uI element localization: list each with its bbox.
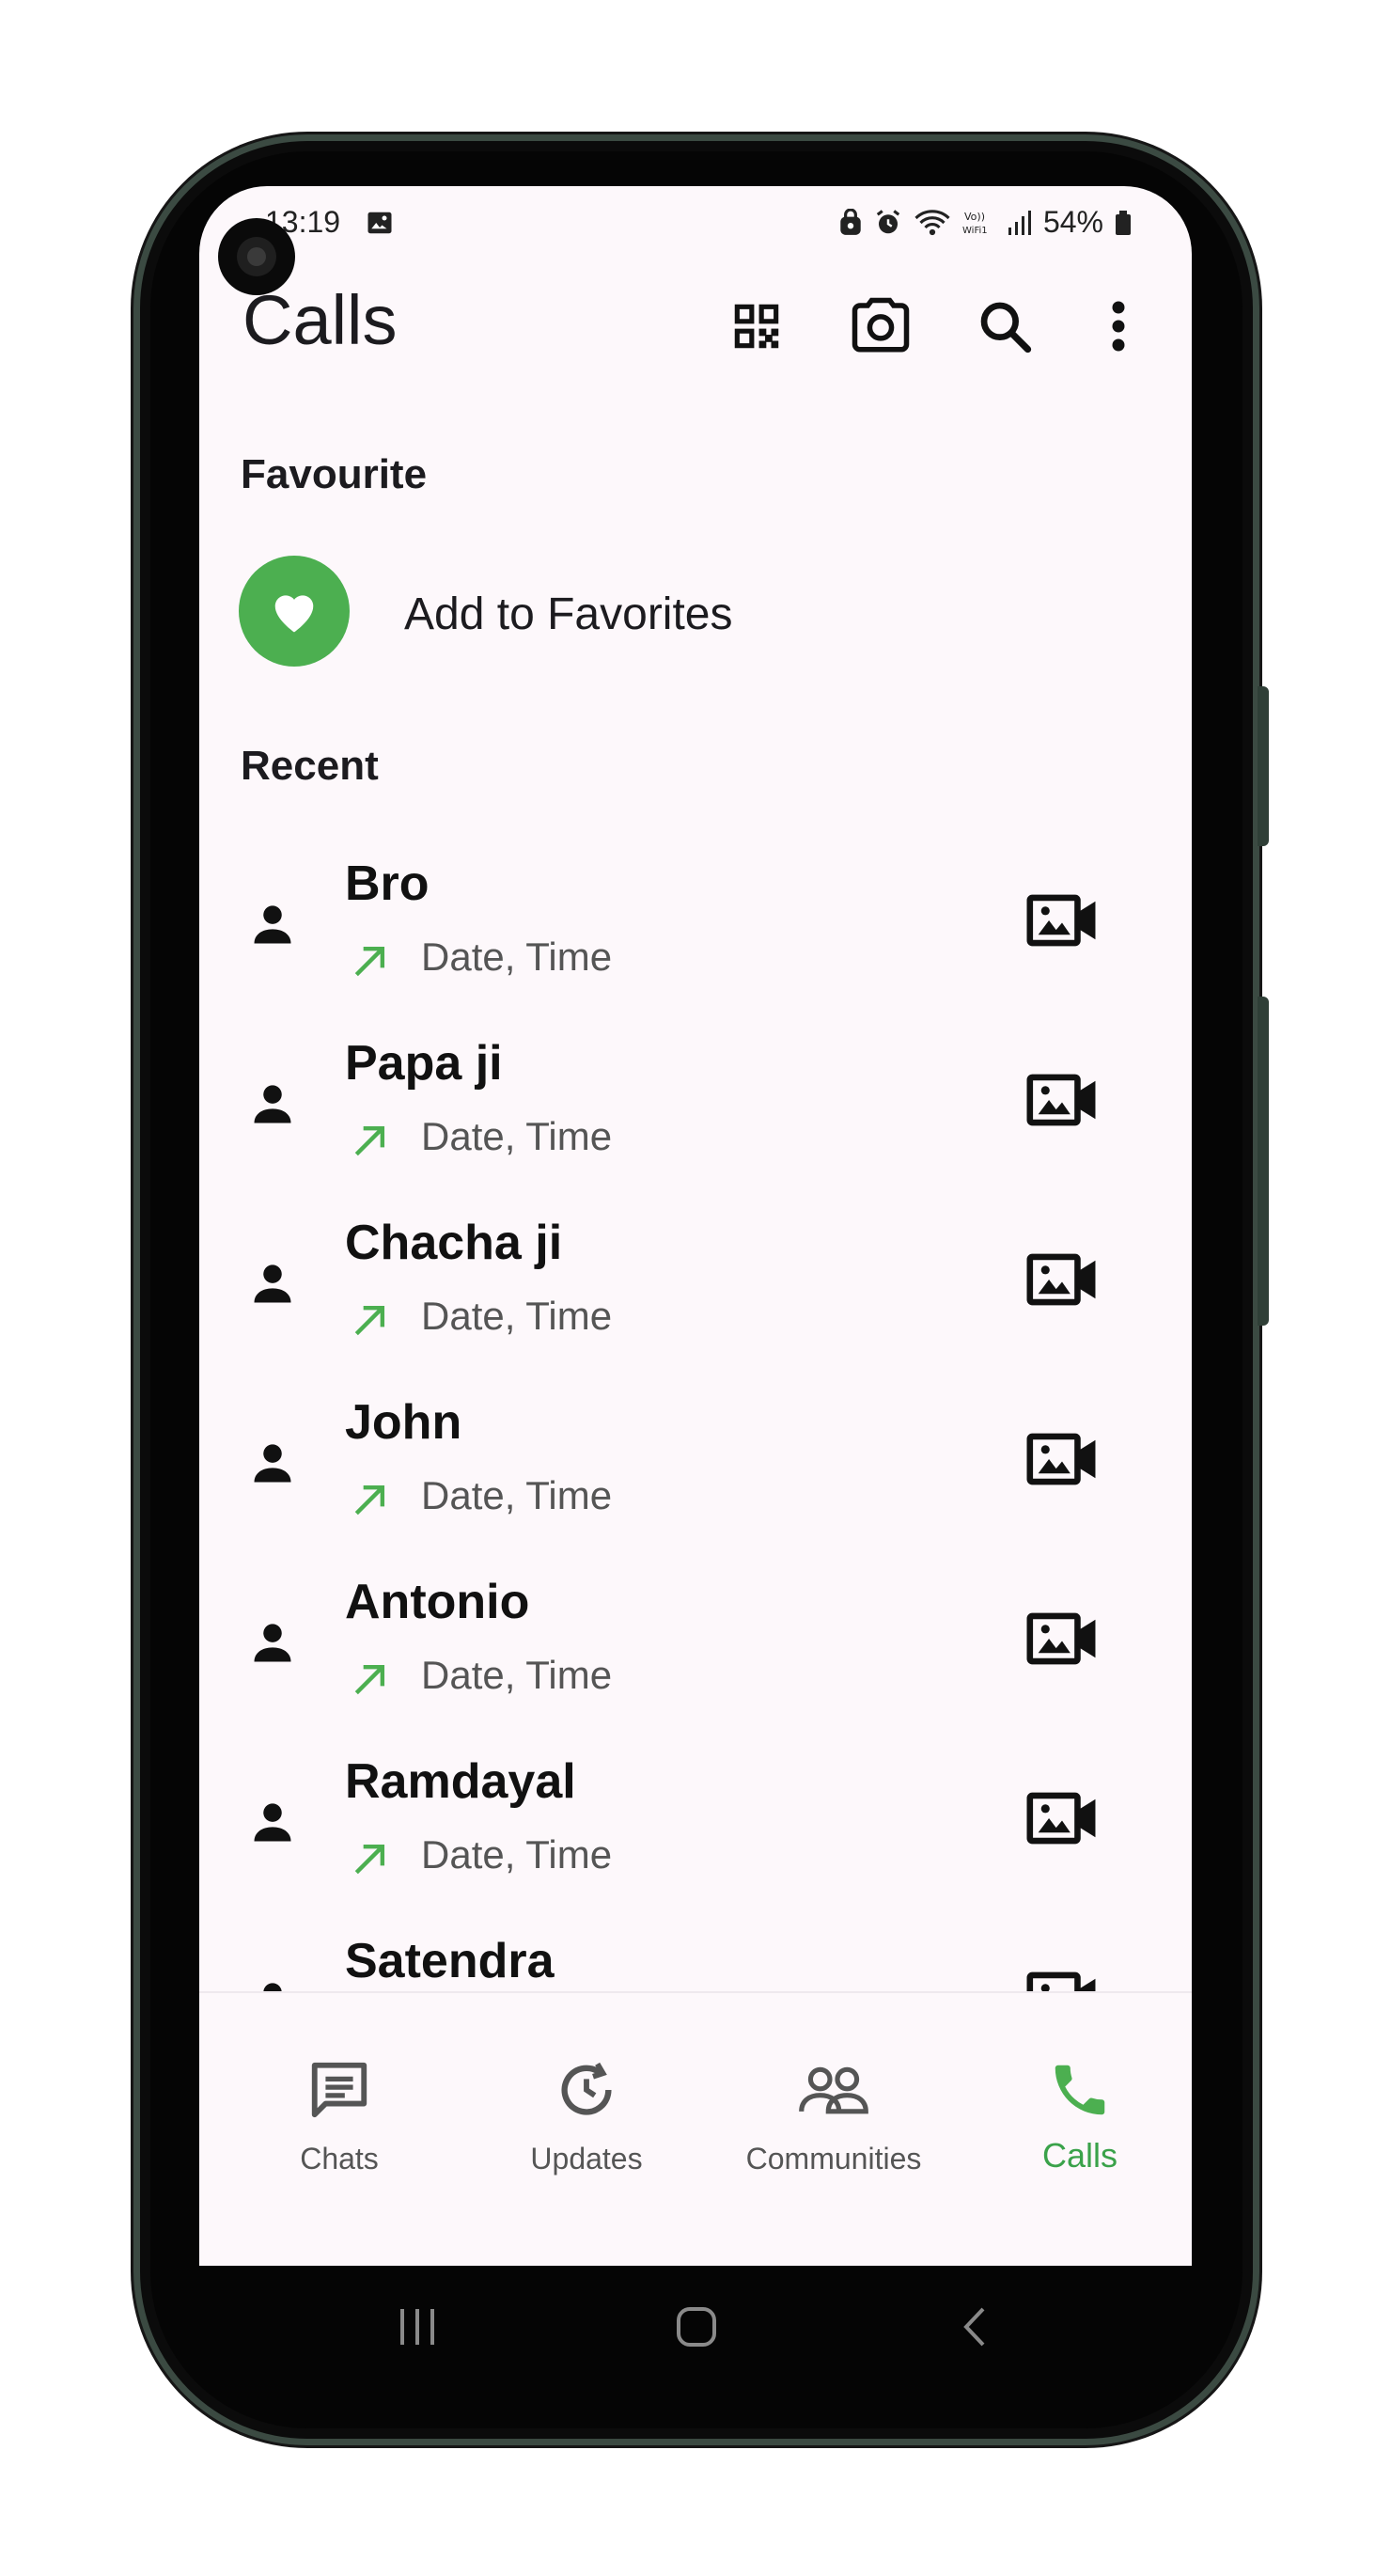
- call-row[interactable]: Ramdayal Date, Time: [199, 1751, 1192, 1931]
- video-call-icon[interactable]: [1026, 1250, 1098, 1309]
- bottom-navigation: Chats Updates Communities Calls: [199, 1991, 1192, 2266]
- battery-percent: 54%: [1042, 205, 1103, 239]
- person-icon: [254, 1085, 291, 1123]
- contact-name: Papa ji: [345, 1036, 503, 1091]
- outgoing-call-icon: [354, 1484, 385, 1516]
- nav-updates[interactable]: Updates: [478, 2057, 695, 2176]
- add-favorites-label[interactable]: Add to Favorites: [404, 589, 733, 640]
- nav-chats[interactable]: Chats: [231, 2057, 447, 2176]
- person-icon: [254, 1264, 291, 1303]
- call-datetime: Date, Time: [421, 1473, 613, 1517]
- camera-icon[interactable]: [850, 297, 912, 355]
- outgoing-call-icon: [354, 1844, 385, 1875]
- svg-text:Vo)): Vo)): [964, 211, 985, 223]
- alarm-icon: [876, 209, 900, 233]
- updates-icon: [561, 2062, 612, 2115]
- contact-name: Bro: [345, 856, 430, 911]
- contact-name: Satendra: [345, 1934, 555, 1988]
- contact-name: Ramdayal: [345, 1754, 576, 1809]
- outgoing-call-icon: [354, 946, 385, 977]
- signal-icon: [1008, 210, 1031, 235]
- call-datetime: Date, Time: [421, 1114, 613, 1158]
- nav-communities[interactable]: Communities: [726, 2057, 942, 2176]
- call-datetime: Date, Time: [421, 935, 613, 979]
- nav-updates-label: Updates: [530, 2142, 643, 2175]
- back-icon[interactable]: [961, 2303, 989, 2350]
- call-row[interactable]: John Date, Time: [199, 1392, 1192, 1572]
- video-call-icon[interactable]: [1026, 891, 1098, 950]
- image-notification-icon: [367, 212, 392, 234]
- home-icon[interactable]: [675, 2303, 718, 2350]
- lock-app-icon: [840, 208, 861, 235]
- video-call-icon[interactable]: [1026, 1789, 1098, 1847]
- nav-communities-label: Communities: [745, 2142, 922, 2175]
- contact-name: Chacha ji: [345, 1216, 563, 1270]
- more-options-icon[interactable]: [1109, 297, 1128, 355]
- heart-icon: [274, 595, 314, 633]
- screen: 13:19 Vo)) WiFi1 54% Calls Favourite Add …: [199, 186, 1192, 2266]
- contact-name: Antonio: [345, 1575, 530, 1629]
- call-datetime: Date, Time: [421, 1832, 613, 1877]
- contact-name: John: [345, 1395, 462, 1450]
- battery-icon: [1116, 210, 1131, 235]
- recent-apps-icon[interactable]: [397, 2303, 438, 2350]
- system-navigation-bar: [199, 2266, 1192, 2397]
- outgoing-call-icon: [354, 1664, 385, 1695]
- video-call-icon[interactable]: [1026, 1610, 1098, 1668]
- call-datetime: Date, Time: [421, 1294, 613, 1338]
- person-icon: [254, 1444, 291, 1483]
- nav-chats-label: Chats: [300, 2142, 379, 2175]
- outgoing-call-icon: [354, 1305, 385, 1336]
- person-icon: [254, 1803, 291, 1842]
- qr-code-icon[interactable]: [727, 297, 786, 355]
- call-row[interactable]: Chacha ji Date, Time: [199, 1213, 1192, 1392]
- recent-calls-list: Bro Date, Time Papa ji Date, Time Chacha…: [199, 854, 1192, 2111]
- add-favorite-button[interactable]: [239, 556, 350, 667]
- person-icon: [254, 1624, 291, 1662]
- call-datetime: Date, Time: [421, 1653, 613, 1697]
- search-icon[interactable]: [976, 297, 1034, 355]
- call-row[interactable]: Bro Date, Time: [199, 854, 1192, 1033]
- outgoing-call-icon: [354, 1125, 385, 1156]
- favourite-section-title: Favourite: [241, 451, 428, 497]
- front-camera: [218, 218, 295, 295]
- call-row[interactable]: Antonio Date, Time: [199, 1572, 1192, 1751]
- nav-calls[interactable]: Calls: [972, 2057, 1188, 2175]
- chat-icon: [311, 2062, 367, 2118]
- communities-icon: [799, 2066, 868, 2114]
- volume-button: [1258, 686, 1269, 846]
- svg-text:WiFi1: WiFi1: [962, 226, 988, 236]
- call-row[interactable]: Papa ji Date, Time: [199, 1033, 1192, 1213]
- person-icon: [254, 905, 291, 944]
- call-icon: [1055, 2065, 1105, 2115]
- status-icons: Vo)) WiFi1 54%: [838, 205, 1132, 240]
- recent-section-title: Recent: [241, 743, 379, 789]
- video-call-icon[interactable]: [1026, 1430, 1098, 1488]
- vowifi-icon: Vo)) WiFi1: [962, 211, 988, 236]
- nav-calls-label: Calls: [1041, 2136, 1117, 2175]
- power-button: [1258, 997, 1269, 1326]
- video-call-icon[interactable]: [1026, 1071, 1098, 1129]
- wifi-icon: [914, 209, 950, 235]
